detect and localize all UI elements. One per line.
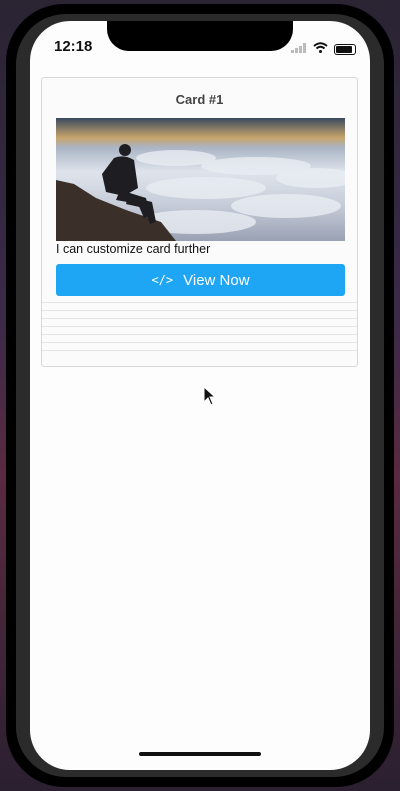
home-indicator[interactable] (139, 752, 261, 756)
status-icons (291, 40, 356, 58)
signal-icon (291, 40, 307, 58)
code-icon: </> (151, 273, 174, 287)
mouse-cursor-icon (203, 385, 217, 411)
card: Card #1 I can customize card further </>… (41, 77, 358, 367)
card-image (56, 118, 345, 241)
status-time: 12:18 (54, 38, 93, 55)
wifi-icon (313, 40, 328, 58)
card-caption: I can customize card further (56, 242, 211, 256)
view-now-label: View Now (183, 271, 250, 289)
list-separators (42, 302, 357, 362)
battery-icon (334, 43, 356, 55)
card-title: Card #1 (175, 92, 224, 107)
view-now-button[interactable]: </> View Now (56, 264, 345, 296)
app-screen: 12:18 Card #1 I can customize card furth… (30, 21, 370, 770)
notch (107, 21, 293, 51)
